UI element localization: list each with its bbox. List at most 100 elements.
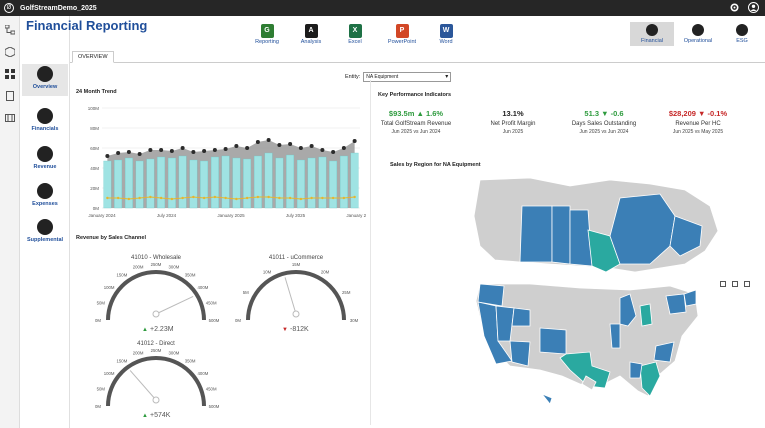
user-icon[interactable] xyxy=(748,2,759,13)
low-series-point xyxy=(106,196,109,200)
nav-item-overview[interactable]: Overview xyxy=(22,64,68,96)
expand-icon[interactable] xyxy=(744,281,750,287)
gauge-tick-label: 500M xyxy=(209,318,220,323)
powerpoint-button[interactable]: P PowerPoint xyxy=(381,24,423,45)
kpi-revenue-per-hc: $28,209 ▼ -0.1% Revenue Per HC Jun 2025 … xyxy=(668,109,728,135)
line-point xyxy=(212,148,217,152)
gauge-tick-label: 250M xyxy=(151,262,162,267)
reporting-button[interactable]: G Reporting xyxy=(249,24,285,45)
gauge-tick-label: 450M xyxy=(206,301,217,306)
trend-title: 24 Month Trend xyxy=(76,89,117,95)
low-series-point xyxy=(202,196,206,200)
gauge-tick-label: 20M xyxy=(321,270,330,275)
gauge-arrow: ▲ xyxy=(142,327,148,333)
gauge-delta: -812K xyxy=(290,326,309,333)
low-series-point xyxy=(278,196,281,200)
line-point xyxy=(169,149,174,153)
gauge-arrow: ▼ xyxy=(282,327,288,333)
line-point xyxy=(116,151,121,155)
top-bar: Ø GolfStreamDemo_2025 xyxy=(0,0,765,16)
line-point xyxy=(148,148,153,152)
gauge-tick-label: 0M xyxy=(235,318,241,323)
gauge-tick-label: 350M xyxy=(185,273,196,278)
film-icon[interactable] xyxy=(5,110,15,122)
kpi-section-title: Key Performance Indicators xyxy=(378,92,452,98)
gauge-arrow: ▲ xyxy=(142,413,148,419)
operational-button[interactable]: Operational xyxy=(676,22,720,46)
low-series-point xyxy=(138,196,141,200)
x-tick-label: January 2024 xyxy=(88,213,116,218)
excel-button[interactable]: X Excel xyxy=(337,24,373,45)
gauge-tick-label: 150M xyxy=(117,273,128,278)
bar xyxy=(307,157,316,209)
panel-divider xyxy=(370,80,371,425)
sales-region-map xyxy=(473,177,719,405)
low-series-point xyxy=(267,195,270,199)
hierarchy-icon[interactable] xyxy=(4,22,16,35)
entity-dropdown[interactable]: NA Equipment xyxy=(363,72,452,82)
analysis-icon: A xyxy=(304,24,318,38)
y-tick-label: 40M xyxy=(90,166,99,171)
nav-item-financials[interactable]: Financials xyxy=(22,108,68,132)
bar xyxy=(253,155,262,209)
gauge-hub xyxy=(292,310,300,318)
app-logo-icon: Ø xyxy=(4,3,14,13)
bar xyxy=(146,158,155,209)
word-button[interactable]: W Word xyxy=(428,24,464,45)
line-point xyxy=(202,149,207,153)
kpi-net-profit-margin: 13.1% Net Profit Margin Jun 2025 xyxy=(490,109,536,135)
line-point xyxy=(352,139,357,143)
document-icon[interactable] xyxy=(5,88,15,101)
line-point xyxy=(266,138,271,142)
bar xyxy=(232,157,241,209)
nav-item-expenses[interactable]: Expenses xyxy=(22,183,68,207)
bar xyxy=(167,157,176,209)
gauge-tick-label: 0M xyxy=(95,404,101,409)
gauge-tick-label: 250M xyxy=(151,348,162,353)
nav-item-revenue[interactable]: Revenue xyxy=(22,146,68,170)
cube-icon[interactable] xyxy=(4,44,16,58)
y-tick-label: 100M xyxy=(88,106,100,111)
gauge-tick-label: 0M xyxy=(95,318,101,323)
entity-selector: Entity: NA Equipment xyxy=(345,72,452,82)
left-rail xyxy=(0,16,20,428)
gauge-tick-label: 30M xyxy=(350,318,359,323)
map-title: Sales by Region for NA Equipment xyxy=(390,162,481,168)
financial-button[interactable]: Financial xyxy=(630,22,674,46)
nav-item-supplemental[interactable]: Supplemental xyxy=(22,219,68,243)
bar xyxy=(200,160,209,209)
y-tick-label: 20M xyxy=(90,186,99,191)
kpi-days-sales-outstanding: 51.3 ▼ -0.6 Days Sales Outstanding Jun 2… xyxy=(571,109,637,135)
gauge-tick-label: 400M xyxy=(198,371,209,376)
gauge-tick-label: 300M xyxy=(169,351,180,356)
dashboard-icon[interactable] xyxy=(5,66,15,79)
app-title: GolfStreamDemo_2025 xyxy=(20,4,97,12)
expenses-icon xyxy=(37,183,53,199)
sidebar-nav: Overview Financials Revenue Expenses Sup… xyxy=(20,16,70,428)
export-icon[interactable] xyxy=(732,281,738,287)
gear-icon[interactable] xyxy=(729,2,740,13)
share-icon[interactable] xyxy=(720,281,726,287)
line-point xyxy=(223,147,228,151)
supplemental-icon xyxy=(37,219,53,235)
gauge-tick-label: 200M xyxy=(133,265,144,270)
revenue-icon xyxy=(37,146,53,162)
bar xyxy=(286,154,295,209)
low-series-point xyxy=(116,196,120,200)
line-point xyxy=(105,154,110,158)
gauge-tick-label: 5M xyxy=(243,290,249,295)
line-point xyxy=(331,150,336,154)
line-point xyxy=(298,146,303,150)
low-series-point xyxy=(353,195,356,199)
bar xyxy=(157,156,166,209)
gauge-hub xyxy=(152,396,160,404)
esg-button[interactable]: ESG xyxy=(720,22,764,46)
tab-overview[interactable]: OVERVIEW xyxy=(72,51,114,63)
gauge-wholesale: 41010 - Wholesale 0M 50M 100M 150M 200M 250M 30… xyxy=(95,255,220,333)
analysis-button[interactable]: A Analysis xyxy=(293,24,329,45)
line-point xyxy=(309,144,314,148)
bar xyxy=(264,152,273,209)
gauge-title: 41011 - uCommerce xyxy=(269,255,324,261)
gauge-hub xyxy=(152,310,160,318)
low-series-point xyxy=(342,196,346,200)
